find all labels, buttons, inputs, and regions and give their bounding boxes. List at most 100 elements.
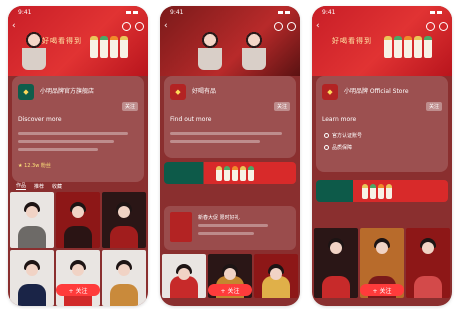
phone-1: 好喝看得到 9:41 ‹ ◆ 小明品牌官方旗舰店 关注 Discover mor… xyxy=(8,6,148,306)
check-icon xyxy=(324,133,329,138)
signal-icon xyxy=(126,10,131,14)
follow-tag[interactable]: 关注 xyxy=(425,102,442,111)
quality-label: 品质保障 xyxy=(332,145,353,151)
bottle xyxy=(384,36,392,58)
account-card: ◆ 小明品牌官方旗舰店 关注 Discover more ★ 12.3w 粉丝 xyxy=(12,76,144,182)
bottle xyxy=(216,165,222,181)
phone-2: 9:41 ‹ ◆ 好喝有品 关注 Find out more 新春大促 限时好礼… xyxy=(160,6,300,306)
account-card: ◆ 好喝有品 关注 Find out more xyxy=(164,76,296,158)
bottle xyxy=(386,183,392,199)
product-bottles xyxy=(362,183,392,199)
signal-icon xyxy=(430,10,435,14)
check-icon xyxy=(324,145,329,150)
bottle xyxy=(370,183,376,199)
content-tabs: 作品 推荐 收藏 xyxy=(8,180,148,192)
verified-row: 官方认证账号 xyxy=(324,132,362,139)
brand-logo-icon: ◆ xyxy=(18,84,34,100)
account-name: 小明品牌官方旗舰店 xyxy=(40,88,95,95)
status-time: 9:41 xyxy=(170,8,184,16)
banner-slogan: 好喝看得到 xyxy=(42,37,82,45)
video-tile[interactable] xyxy=(56,192,100,248)
bottle xyxy=(110,36,118,58)
follow-tag[interactable]: 关注 xyxy=(121,102,138,111)
video-tile[interactable] xyxy=(102,192,146,248)
account-name: 好喝有品 xyxy=(192,88,217,95)
verified-label: 官方认证账号 xyxy=(332,133,363,139)
account-subtitle: Learn more xyxy=(322,116,357,123)
bottle xyxy=(100,36,108,58)
status-bar: 9:41 xyxy=(160,6,300,18)
back-icon[interactable]: ‹ xyxy=(12,21,22,31)
bottle xyxy=(362,183,368,199)
status-time: 9:41 xyxy=(18,8,32,16)
phone-3: 好喝看得到 9:41 ‹ ◆ 小明品牌 Official Store 关注 Le… xyxy=(312,6,452,306)
search-icon[interactable] xyxy=(122,21,131,31)
bottle xyxy=(404,36,412,58)
screenshot-canvas: 好喝看得到 9:41 ‹ ◆ 小明品牌官方旗舰店 关注 Discover mor… xyxy=(0,0,455,309)
status-bar: 9:41 xyxy=(8,6,148,18)
back-icon[interactable]: ‹ xyxy=(316,21,326,31)
bottle xyxy=(120,36,128,58)
video-tile[interactable] xyxy=(254,254,298,298)
tab-works[interactable]: 作品 xyxy=(16,182,27,190)
top-nav: ‹ xyxy=(164,20,296,32)
banner-person xyxy=(198,30,222,70)
video-tile[interactable] xyxy=(10,192,54,248)
brand-logo-icon: ◆ xyxy=(322,84,338,100)
promo-banner[interactable] xyxy=(164,162,296,184)
status-time: 9:41 xyxy=(322,8,336,16)
bottle xyxy=(90,36,98,58)
status-bar: 9:41 xyxy=(312,6,452,18)
video-tile[interactable] xyxy=(314,228,358,298)
account-subtitle: Discover more xyxy=(18,116,62,123)
bottle xyxy=(394,36,402,58)
battery-icon xyxy=(437,10,442,14)
product-bottles xyxy=(384,36,432,58)
follow-tag[interactable]: 关注 xyxy=(273,102,290,111)
follower-count: ★ 12.3w 粉丝 xyxy=(18,163,51,169)
more-icon[interactable] xyxy=(135,21,144,31)
product-bottles xyxy=(216,165,254,181)
account-subtitle: Find out more xyxy=(170,116,212,123)
brand-logo-icon: ◆ xyxy=(170,84,186,100)
bottle xyxy=(248,165,254,181)
description-line xyxy=(18,140,114,143)
tab-recommend[interactable]: 推荐 xyxy=(34,183,44,190)
follow-button[interactable]: + 关注 xyxy=(360,284,404,296)
search-icon[interactable] xyxy=(274,21,283,31)
description-line xyxy=(170,140,260,143)
quality-row: 品质保障 xyxy=(324,144,352,151)
banner-person xyxy=(242,30,266,70)
signal-icon xyxy=(278,10,283,14)
video-tile[interactable] xyxy=(10,250,54,306)
event-card[interactable]: 新春大促 限时好礼 xyxy=(164,206,296,250)
video-tile[interactable] xyxy=(56,250,100,306)
event-title: 新春大促 限时好礼 xyxy=(198,215,240,221)
back-icon[interactable]: ‹ xyxy=(164,21,174,31)
banner-slogan: 好喝看得到 xyxy=(332,37,372,45)
description-line xyxy=(198,232,254,235)
description-line xyxy=(198,224,268,227)
video-tile[interactable] xyxy=(102,250,146,306)
bottle xyxy=(414,36,422,58)
follow-button[interactable]: + 关注 xyxy=(208,284,252,296)
more-icon[interactable] xyxy=(287,21,296,31)
promo-banner[interactable] xyxy=(316,180,448,202)
more-icon[interactable] xyxy=(439,21,448,31)
follow-button[interactable]: + 关注 xyxy=(56,284,100,296)
account-card: ◆ 小明品牌 Official Store 关注 Learn more 官方认证… xyxy=(316,76,448,172)
top-nav: ‹ xyxy=(316,20,448,32)
search-icon[interactable] xyxy=(426,21,435,31)
account-name: 小明品牌 Official Store xyxy=(344,88,409,95)
tab-collect[interactable]: 收藏 xyxy=(52,183,62,190)
video-tile[interactable] xyxy=(406,228,450,298)
description-line xyxy=(18,132,128,135)
bottle xyxy=(232,165,238,181)
video-tile[interactable] xyxy=(162,254,206,298)
product-bottles xyxy=(90,36,128,58)
description-line xyxy=(18,148,98,151)
bottle xyxy=(378,183,384,199)
top-nav: ‹ xyxy=(12,20,144,32)
description-line xyxy=(170,132,282,135)
bottle xyxy=(224,165,230,181)
